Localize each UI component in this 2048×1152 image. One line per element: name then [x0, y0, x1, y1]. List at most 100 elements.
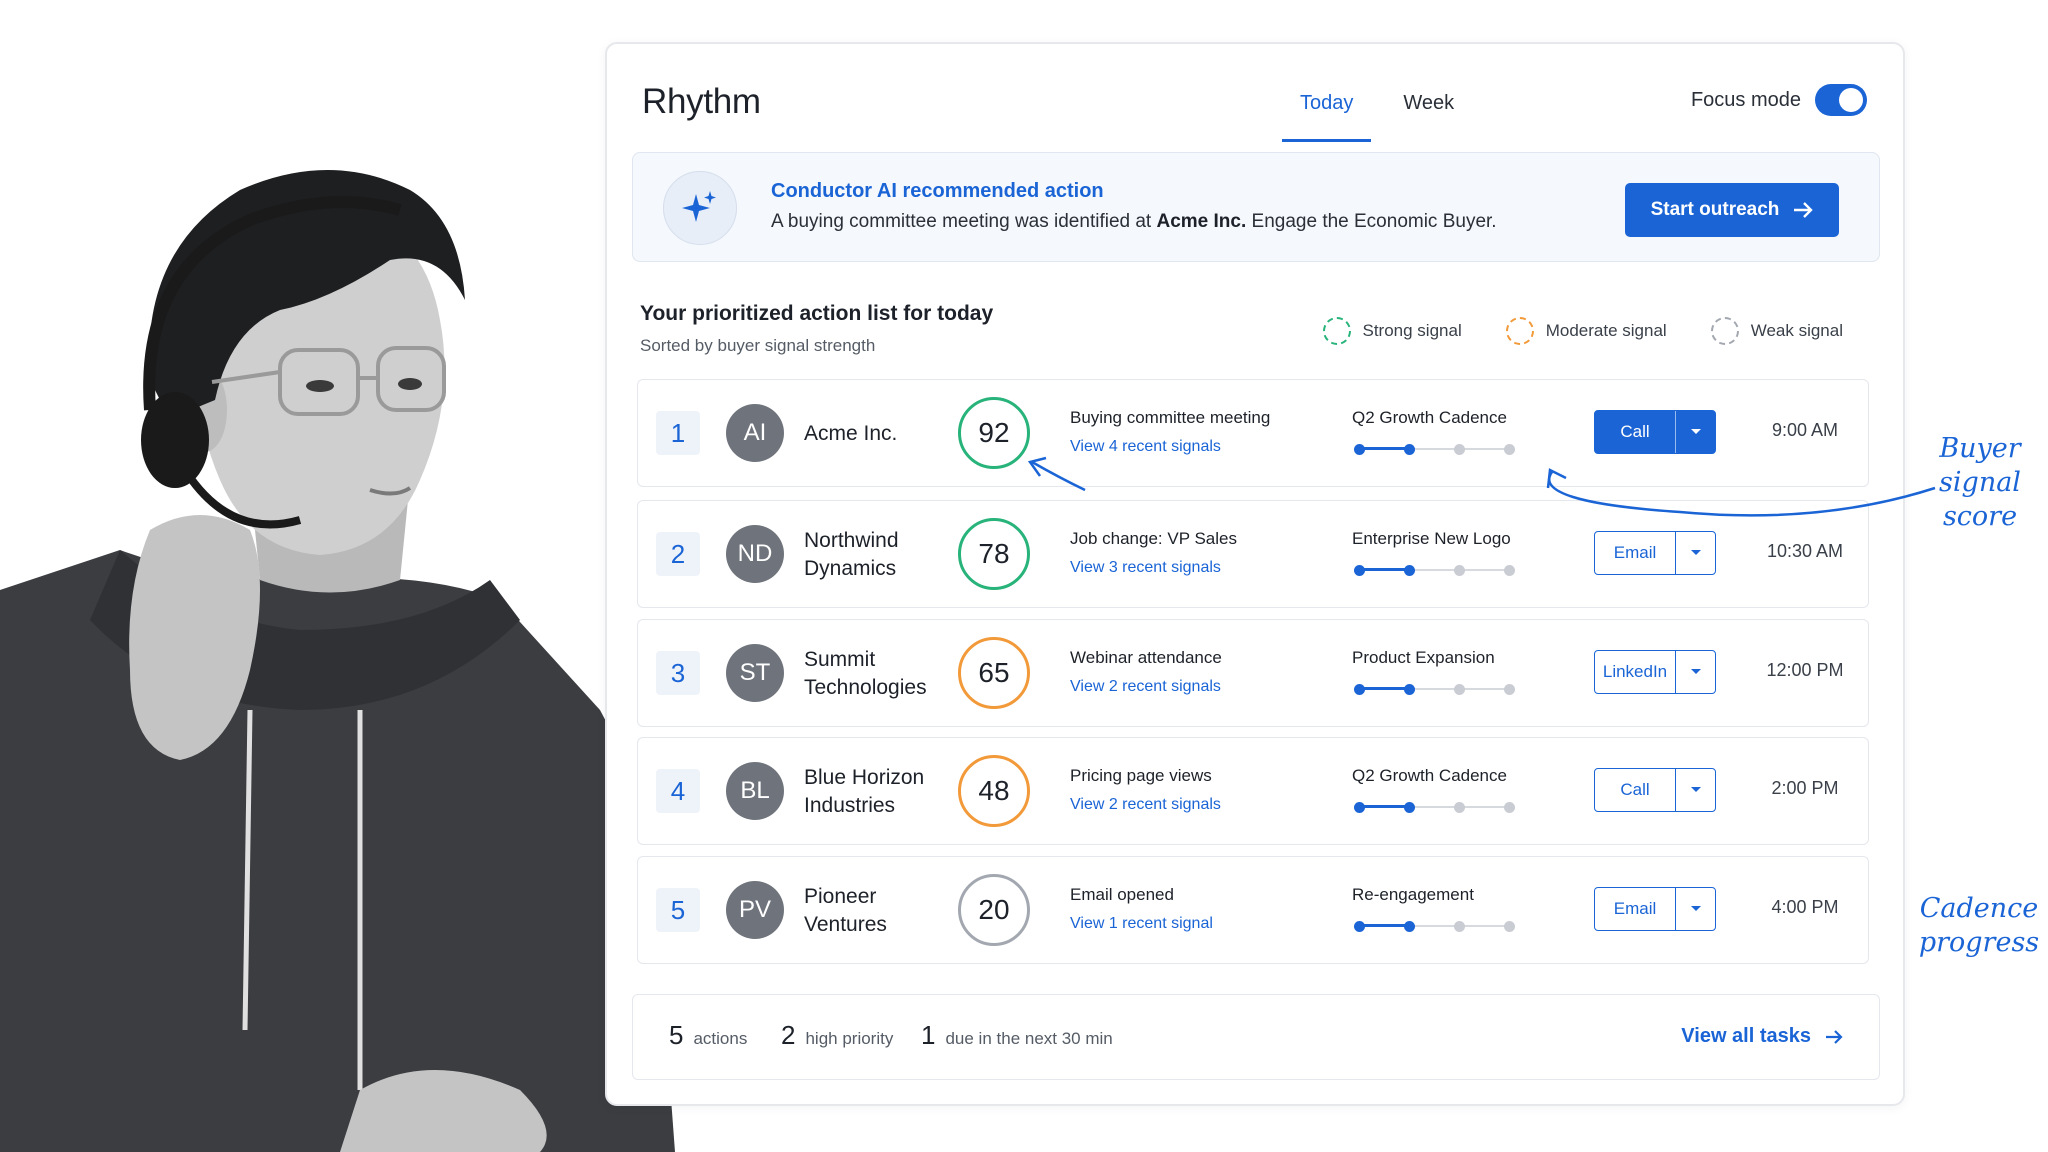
table-row[interactable]: 4 BL Blue Horizon Industries 48 Pricing page…	[637, 737, 1869, 845]
stat-actions-num: 5	[669, 1020, 684, 1050]
stat-high-priority-label: high priority	[805, 1029, 894, 1048]
annotation-line: score	[1942, 501, 2018, 532]
rank-badge: 1	[656, 411, 700, 455]
cadence-info: Q2 Growth Cadence	[1352, 766, 1515, 814]
legend-weak-icon	[1710, 317, 1739, 345]
summary-footer: 5 actions 2 high priority 1 due in the next…	[632, 994, 1880, 1080]
legend-strong-label: Strong signal	[1362, 321, 1462, 340]
stat-due-soon-num: 1	[921, 1020, 936, 1050]
cadence-info: Re-engagement	[1352, 885, 1515, 933]
focus-mode-toggle[interactable]	[1815, 84, 1867, 116]
scheduled-time: 4:00 PM	[1771, 897, 1839, 917]
cadence-name: Enterprise New Logo	[1352, 529, 1511, 548]
cadence-progress	[1352, 800, 1515, 814]
annotation-line: signal	[1939, 467, 2021, 498]
cadence-step	[1354, 802, 1365, 813]
focus-mode-label: Focus mode	[1690, 88, 1801, 111]
stat-actions: 5 actions	[669, 1020, 747, 1051]
signal-score-badge: 65	[958, 637, 1030, 709]
chevron-down-icon[interactable]	[1675, 651, 1715, 693]
recent-signals-link[interactable]: View 4 recent signals	[1070, 438, 1270, 456]
cadence-progress	[1352, 563, 1515, 577]
table-row[interactable]: 5 PV Pioneer Ventures 20 Email opened View 1 …	[637, 856, 1869, 964]
company-name: Acme Inc.	[804, 422, 898, 445]
signal-info: Email opened View 1 recent signal	[1070, 885, 1213, 933]
signal-legend: Strong signal Moderate signal Weak signa…	[1322, 317, 1843, 345]
tab-week[interactable]: Week	[1385, 92, 1472, 142]
signal-score-badge: 78	[958, 518, 1030, 590]
recent-signals-link[interactable]: View 1 recent signal	[1070, 915, 1213, 933]
action-split-button[interactable]: Email	[1594, 887, 1716, 931]
action-split-button[interactable]: Email	[1594, 531, 1716, 575]
cadence-step	[1404, 684, 1415, 695]
tab-today[interactable]: Today	[1282, 92, 1372, 142]
cadence-step	[1454, 802, 1465, 813]
company-name: Pioneer Ventures	[804, 885, 887, 936]
avatar: ST	[726, 644, 784, 702]
action-split-button[interactable]: Call	[1594, 410, 1716, 454]
chevron-down-icon[interactable]	[1675, 769, 1715, 811]
signal-text: Buying committee meeting	[1070, 408, 1271, 427]
cadence-step	[1354, 921, 1365, 932]
avatar: ND	[726, 525, 784, 583]
recent-signals-link[interactable]: View 2 recent signals	[1070, 678, 1222, 696]
legend-strong: Strong signal	[1322, 317, 1462, 345]
cadence-step	[1454, 921, 1465, 932]
stat-due-soon-label: due in the next 30 min	[945, 1029, 1113, 1048]
rank-badge: 4	[656, 769, 700, 813]
action-button[interactable]: LinkedIn	[1595, 651, 1675, 693]
focus-mode: Focus mode	[1691, 84, 1867, 116]
signal-text: Job change: VP Sales	[1070, 529, 1237, 548]
action-button[interactable]: Email	[1595, 532, 1675, 574]
table-row[interactable]: 3 ST Summit Technologies 65 Webinar attendan…	[637, 619, 1869, 727]
table-row[interactable]: 1 AI Acme Inc. 92 Buying committee meeting Vi…	[637, 379, 1869, 487]
cadence-step	[1504, 565, 1515, 576]
legend-moderate-icon	[1505, 317, 1534, 345]
banner-title: Conductor AI recommended action	[771, 180, 1104, 202]
action-button[interactable]: Call	[1595, 411, 1675, 453]
chevron-down-icon[interactable]	[1675, 411, 1715, 453]
scheduled-time: 9:00 AM	[1771, 420, 1839, 440]
view-all-label: View all tasks	[1681, 1025, 1811, 1047]
view-all-tasks-link[interactable]: View all tasks	[1681, 1025, 1843, 1048]
signal-text: Webinar attendance	[1070, 648, 1222, 667]
app-title: Rhythm	[642, 82, 761, 121]
action-split-button[interactable]: LinkedIn	[1594, 650, 1716, 694]
app-panel: Rhythm Today Week Focus mode Conductor A…	[605, 42, 1905, 1106]
cadence-name: Re-engagement	[1352, 885, 1474, 904]
cadence-progress	[1352, 442, 1515, 456]
table-row[interactable]: 2 ND Northwind Dynamics 78 Job change: VP Sa…	[637, 500, 1869, 608]
recent-signals-link[interactable]: View 2 recent signals	[1070, 796, 1221, 814]
action-button[interactable]: Call	[1595, 769, 1675, 811]
cadence-step	[1504, 921, 1515, 932]
start-outreach-button[interactable]: Start outreach	[1625, 183, 1839, 237]
scheduled-time: 12:00 PM	[1766, 660, 1844, 680]
signal-text: Email opened	[1070, 885, 1174, 904]
person-with-headset-illustration	[0, 170, 675, 1152]
cadence-step	[1404, 921, 1415, 932]
cadence-info: Q2 Growth Cadence	[1352, 408, 1515, 456]
cadence-step	[1454, 444, 1465, 455]
annotation-line: Cadence	[1919, 893, 2039, 924]
stat-high-priority-num: 2	[781, 1020, 796, 1050]
cadence-progress	[1352, 682, 1515, 696]
signal-info: Buying committee meeting View 4 recent si…	[1070, 408, 1270, 456]
toggle-knob	[1839, 88, 1863, 112]
stat-due-soon: 1 due in the next 30 min	[921, 1020, 1113, 1051]
chevron-down-icon[interactable]	[1675, 532, 1715, 574]
action-button[interactable]: Email	[1595, 888, 1675, 930]
cadence-progress	[1352, 919, 1515, 933]
company-name: Northwind Dynamics	[804, 529, 899, 580]
signal-score-badge: 20	[958, 874, 1030, 946]
stat-high-priority: 2 high priority	[781, 1020, 893, 1051]
cadence-step	[1504, 444, 1515, 455]
recent-signals-link[interactable]: View 3 recent signals	[1070, 559, 1237, 577]
cadence-step	[1404, 444, 1415, 455]
banner-text-start: A buying committee meeting was identifie…	[771, 211, 1157, 232]
rank-badge: 2	[656, 532, 700, 576]
view-tabs: Today Week	[1282, 92, 1472, 142]
chevron-down-icon[interactable]	[1675, 888, 1715, 930]
avatar: BL	[726, 762, 784, 820]
action-split-button[interactable]: Call	[1594, 768, 1716, 812]
signal-info: Webinar attendance View 2 recent signals	[1070, 648, 1222, 696]
